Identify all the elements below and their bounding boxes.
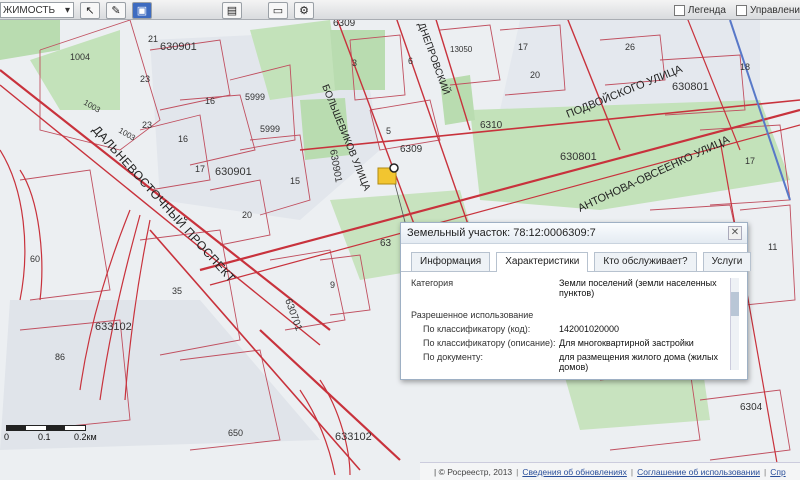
category-label: Категория (411, 278, 454, 288)
map-label: 6309 (400, 144, 423, 155)
permitted-use-label: Разрешенное использование (411, 310, 534, 320)
map-label: 63 (380, 238, 392, 249)
map-label: 23 (140, 74, 150, 84)
map-label: 650 (228, 428, 243, 438)
scale-labels: 0 0.1 0.2км (2, 432, 102, 444)
by-description-value: Для многоквартирной застройки (559, 338, 694, 348)
map-label: 21 (148, 34, 158, 44)
map-label: 18 (740, 62, 750, 72)
map-label: 630801 (560, 151, 597, 163)
map-label: 1004 (70, 52, 90, 62)
tools-button[interactable]: ⚙ (294, 1, 314, 19)
scale-label-zero: 0 (4, 432, 10, 442)
map-label: 633102 (95, 321, 132, 333)
popup-header: Земельный участок: 78:12:0006309:7 ✕ (401, 223, 747, 244)
map-label: 17 (518, 42, 528, 52)
map-label: 23 (142, 120, 152, 130)
by-document-label: По документу: (423, 352, 484, 362)
scale-label-second: 0.2км (74, 432, 97, 442)
by-code-value: 142001020000 (559, 324, 620, 334)
map-label: 17 (195, 164, 205, 174)
tab-info[interactable]: Информация (411, 252, 491, 271)
map-label: 6310 (480, 120, 503, 131)
map-label: 633102 (335, 431, 372, 443)
map-label: 15 (290, 176, 300, 186)
by-code-label: По классификатору (код): (423, 324, 531, 334)
category-value: Земли поселений (земли населенных пункто… (559, 278, 717, 298)
tab-services[interactable]: Услуги (702, 252, 752, 271)
map-label: 630901 (160, 41, 197, 53)
map-label: 20 (242, 210, 252, 220)
map-label: 5999 (260, 124, 280, 134)
layers-button[interactable]: ▤ (222, 1, 242, 19)
map-label: 5999 (245, 92, 265, 102)
zoom-box-icon: ▣ (136, 4, 148, 17)
footer-bar: | © Росреестр, 2013 | Сведения об обновл… (420, 462, 800, 480)
parcel-marker-icon[interactable] (389, 163, 399, 173)
popup-tabs: Информация Характеристики Кто обслуживае… (401, 244, 752, 272)
layers-icon: ▤ (226, 4, 238, 17)
map-label: 630801 (672, 81, 709, 93)
map-label: 13050 (450, 45, 473, 54)
tab-characteristics[interactable]: Характеристики (496, 252, 589, 272)
updates-link[interactable]: Сведения об обновлениях (522, 467, 626, 477)
scale-label-first: 0.1 (38, 432, 51, 442)
map-label: 26 (625, 42, 635, 52)
tab-who-serves[interactable]: Кто обслуживает? (594, 252, 697, 271)
legend-label: Легенда (687, 4, 726, 16)
copyright-text: | © Росреестр, 2013 (434, 466, 513, 477)
pointer-tool-button[interactable]: ↖ (80, 1, 100, 19)
map-toolbar: ЖИМОСТЬ ▾ ↖ ✎ ▣ ▤ ▭ ⚙ Легенда Управлени (0, 0, 800, 20)
print-icon: ▭ (272, 4, 284, 17)
scrollbar-thumb[interactable] (731, 292, 739, 316)
chevron-down-icon: ▾ (64, 4, 70, 16)
manage-toggle[interactable]: Управлени (735, 4, 800, 16)
map-label: 20 (530, 70, 540, 80)
map-label: 16 (205, 96, 215, 106)
wrench-icon: ⚙ (299, 4, 309, 17)
ruler-icon: ✎ (111, 4, 121, 17)
map-label: 3 (352, 58, 357, 68)
characteristics-panel: Категория Земли поселений (земли населен… (401, 272, 747, 380)
popup-scrollbar[interactable] (730, 278, 739, 370)
map-label: 60 (30, 254, 40, 264)
mode-select[interactable]: ЖИМОСТЬ ▾ (0, 2, 74, 18)
zoom-box-button[interactable]: ▣ (132, 1, 152, 19)
map-label: 17 (745, 156, 755, 166)
map-label: 630901 (215, 166, 252, 178)
popup-title: Земельный участок: 78:12:0006309:7 (407, 227, 596, 239)
pointer-icon: ↖ (85, 4, 95, 17)
manage-checkbox[interactable] (735, 4, 747, 16)
map-label: 6 (408, 56, 413, 66)
map-label: 11 (768, 242, 777, 252)
mode-select-label: ЖИМОСТЬ (3, 4, 56, 16)
measure-tool-button[interactable]: ✎ (106, 1, 126, 19)
by-description-label: По классификатору (описание): (423, 338, 556, 348)
map-label: 16 (178, 134, 188, 144)
print-button[interactable]: ▭ (268, 1, 288, 19)
manage-label: Управлени (749, 4, 800, 16)
help-link[interactable]: Спр (770, 467, 785, 477)
map-label: 5 (386, 126, 391, 136)
close-icon[interactable]: ✕ (728, 226, 742, 240)
scale-bar (6, 425, 86, 431)
map-label: 9 (330, 280, 335, 290)
map-label: 6304 (740, 402, 763, 413)
by-document-value: для размещения жилого дома (жилых домов) (559, 352, 718, 372)
terms-link[interactable]: Соглашение об использовании (637, 467, 760, 477)
legend-toggle[interactable]: Легенда (673, 4, 726, 16)
map-label: 86 (55, 352, 65, 362)
legend-checkbox[interactable] (673, 4, 685, 16)
parcel-info-popup: Земельный участок: 78:12:0006309:7 ✕ Инф… (400, 222, 752, 380)
map-label: 35 (172, 286, 182, 296)
